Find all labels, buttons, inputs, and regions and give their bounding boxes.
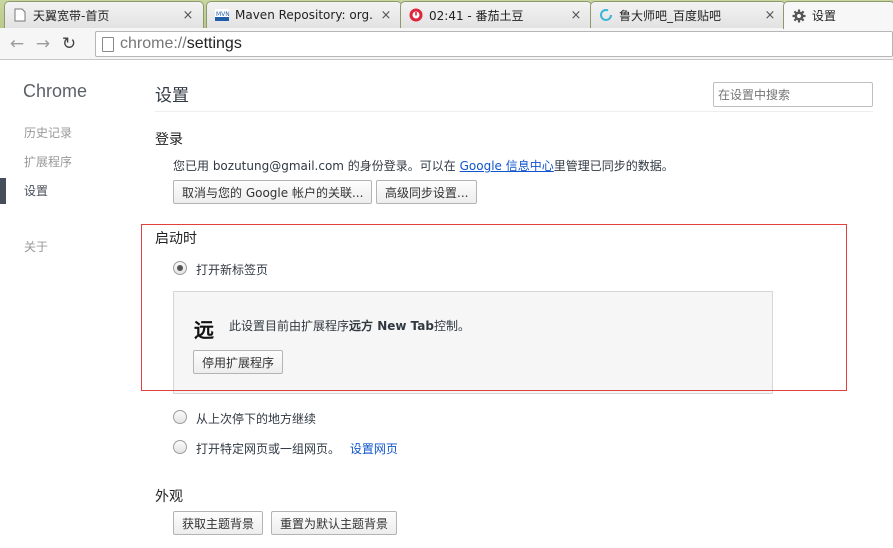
radio-continue-label[interactable]: 从上次停下的地方继续 (196, 410, 316, 427)
extension-name: 远方 New Tab (349, 319, 434, 333)
set-pages-link[interactable]: 设置网页 (350, 442, 398, 456)
toolbar: ← → ↻ chrome://settings (0, 28, 893, 60)
radio-new-tab[interactable] (173, 261, 187, 275)
search-input[interactable] (713, 82, 873, 107)
page-title: 设置 (155, 86, 189, 106)
notice-text-tail: 控制。 (433, 319, 470, 333)
radio-continue[interactable] (173, 410, 187, 424)
tab-title: Maven Repository: org. (235, 8, 373, 22)
page-icon (13, 8, 27, 22)
specific-pages-text[interactable]: 打开特定网页或一组网页。 (196, 442, 340, 456)
gear-icon (792, 9, 806, 23)
extension-logo-icon: 远 (194, 318, 214, 342)
tab-title: 02:41 - 番茄土豆 (429, 8, 524, 23)
signin-status: 您已用 bozutung@gmail.com 的身份登录。可以在 Google … (173, 157, 674, 174)
extension-notice-text: 此设置目前由扩展程序远方 New Tab控制。 (229, 317, 470, 334)
sidebar-item-about[interactable]: 关于 (24, 238, 48, 255)
tab-strip: 天翼宽带-首页 × MVN Maven Repository: org. × 0… (0, 0, 893, 29)
disable-extension-button[interactable]: 停用扩展程序 (193, 350, 284, 374)
url-scheme: chrome:// (120, 35, 187, 52)
radio-new-tab-label[interactable]: 打开新标签页 (196, 261, 268, 278)
tomato-icon (409, 8, 423, 22)
url-path: settings (186, 35, 242, 52)
tab-title: 鲁大师吧_百度贴吧 (619, 8, 722, 23)
radio-specific-pages[interactable] (173, 440, 187, 454)
back-button[interactable]: ← (4, 31, 30, 57)
reset-theme-button[interactable]: 重置为默认主题背景 (271, 511, 398, 535)
notice-text: 此设置目前由扩展程序 (229, 319, 350, 333)
tab-ludashi[interactable]: 鲁大师吧_百度贴吧 × (590, 1, 786, 28)
loading-icon (599, 8, 613, 22)
tab-tomato[interactable]: 02:41 - 番茄土豆 × (400, 1, 592, 28)
tab-settings[interactable]: 设置 (783, 1, 893, 29)
signin-text: 您已用 bozutung@gmail.com 的身份登录。可以在 (173, 159, 460, 173)
sidebar: Chrome 历史记录 扩展程序 设置 关于 (0, 61, 140, 548)
svg-text:MVN: MVN (216, 11, 229, 18)
close-icon[interactable]: × (763, 8, 777, 23)
get-themes-button[interactable]: 获取主题背景 (173, 511, 264, 535)
google-dashboard-link[interactable]: Google 信息中心 (460, 159, 554, 173)
selection-indicator (0, 178, 6, 204)
forward-button[interactable]: → (30, 31, 56, 57)
address-bar[interactable]: chrome://settings (95, 31, 893, 57)
radio-specific-pages-label: 打开特定网页或一组网页。 设置网页 (196, 440, 398, 457)
brand-title: Chrome (23, 81, 88, 101)
startup-heading: 启动时 (155, 231, 197, 247)
tab-title: 设置 (812, 9, 837, 23)
close-icon[interactable]: × (569, 8, 583, 23)
close-icon[interactable]: × (181, 8, 195, 23)
signin-text-tail: 里管理已同步的数据。 (553, 159, 674, 173)
disconnect-account-button[interactable]: 取消与您的 Google 帐户的关联... (173, 180, 373, 204)
sidebar-item-settings[interactable]: 设置 (24, 182, 48, 199)
tab-tianyi[interactable]: 天翼宽带-首页 × (4, 1, 204, 28)
close-icon[interactable]: × (379, 8, 393, 23)
tab-title: 天翼宽带-首页 (33, 8, 110, 23)
advanced-sync-button[interactable]: 高级同步设置... (376, 180, 478, 204)
divider (155, 111, 873, 112)
settings-main: 设置 登录 您已用 bozutung@gmail.com 的身份登录。可以在 G… (155, 61, 893, 548)
tab-maven[interactable]: MVN Maven Repository: org. × (206, 1, 402, 28)
page-icon (102, 36, 114, 52)
mvn-icon: MVN (215, 8, 229, 22)
sidebar-item-history[interactable]: 历史记录 (24, 124, 72, 141)
appearance-heading: 外观 (155, 489, 183, 505)
sidebar-item-extensions[interactable]: 扩展程序 (24, 153, 72, 170)
extension-control-notice: 远 此设置目前由扩展程序远方 New Tab控制。 停用扩展程序 (173, 291, 773, 394)
signin-heading: 登录 (155, 132, 183, 148)
reload-button[interactable]: ↻ (56, 31, 82, 57)
